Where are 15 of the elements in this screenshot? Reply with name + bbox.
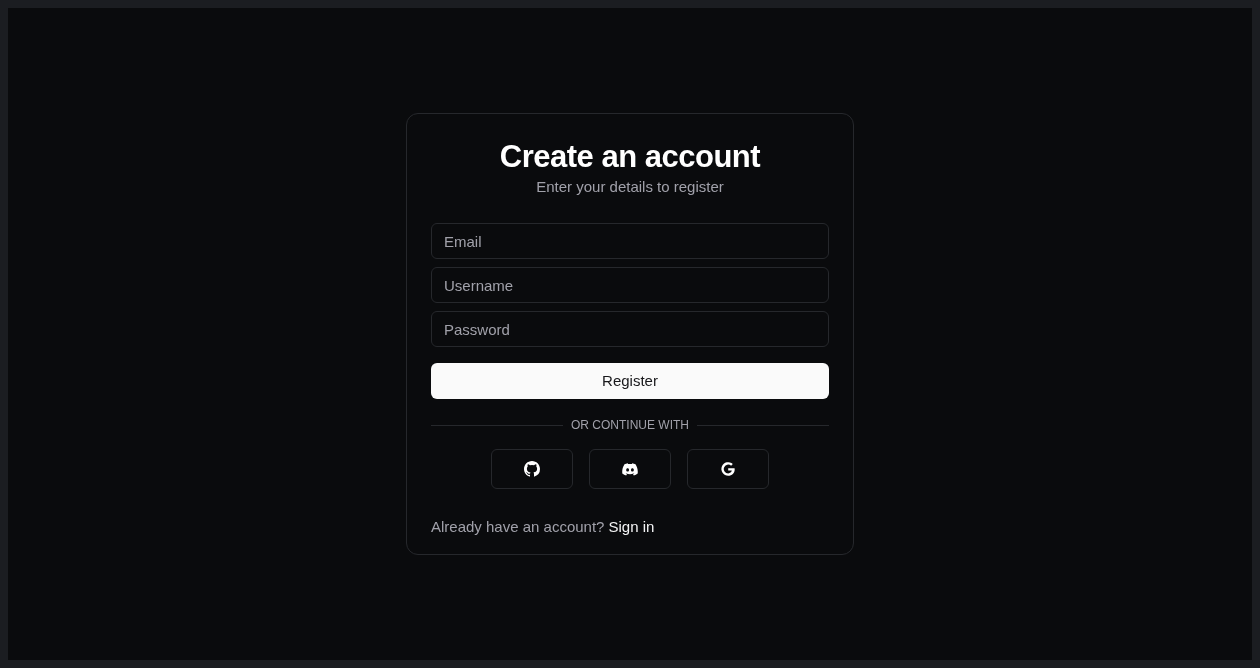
discord-icon: [622, 461, 638, 477]
social-login-button[interactable]: [687, 449, 769, 489]
google-icon: [720, 461, 736, 477]
footer-text: Already have an account?: [431, 517, 605, 537]
input-field[interactable]: Password: [431, 311, 829, 347]
form-title: Create an account: [499, 138, 761, 176]
input-field[interactable]: Email: [431, 223, 829, 259]
social-login-button[interactable]: [491, 449, 573, 489]
register-button[interactable]: Register: [431, 363, 829, 399]
social-login-button[interactable]: [589, 449, 671, 489]
input-field[interactable]: Username: [431, 267, 829, 303]
sign-in-link[interactable]: Sign in: [608, 516, 655, 539]
github-icon: [524, 461, 540, 477]
divider-label: OR CONTINUE WITH: [571, 417, 689, 433]
form-subtitle: Enter your details to register: [536, 177, 724, 197]
